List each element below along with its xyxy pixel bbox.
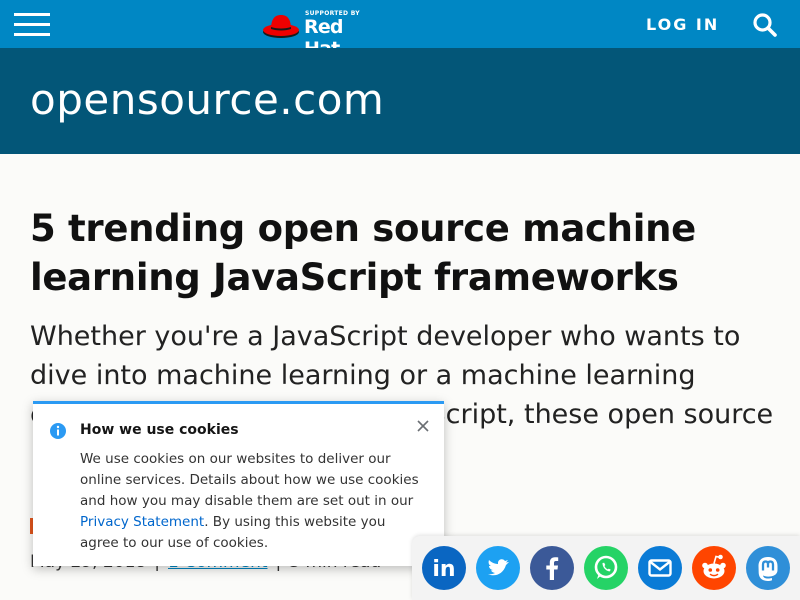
share-email-button[interactable] [638, 546, 682, 590]
search-icon[interactable] [752, 12, 778, 38]
share-mastodon-button[interactable] [746, 546, 790, 590]
site-name-logo[interactable]: opensource.com [30, 75, 384, 124]
share-whatsapp-button[interactable] [584, 546, 628, 590]
red-hat-icon [263, 15, 299, 38]
share-linkedin-button[interactable]: in [422, 546, 466, 590]
privacy-statement-link[interactable]: Privacy Statement [80, 514, 204, 530]
cookie-text-part: We use cookies on our websites to delive… [80, 451, 419, 509]
cookie-notice: How we use cookies We use cookies on our… [33, 401, 444, 566]
top-navigation-bar: SUPPORTED BY Red Hat LOG IN [0, 0, 800, 60]
whatsapp-icon [594, 555, 618, 579]
cookie-notice-text: We use cookies on our websites to delive… [80, 449, 420, 554]
reddit-icon [702, 554, 726, 579]
linkedin-icon: in [432, 557, 455, 582]
mastodon-icon [758, 557, 778, 581]
share-facebook-button[interactable] [530, 546, 574, 590]
twitter-icon [488, 559, 509, 576]
social-share-bar: in [412, 536, 800, 600]
info-icon [50, 423, 66, 439]
facebook-icon [546, 557, 559, 580]
hamburger-menu-icon[interactable] [14, 13, 50, 37]
red-hat-logo[interactable]: SUPPORTED BY Red Hat [262, 8, 382, 60]
share-twitter-button[interactable] [476, 546, 520, 590]
share-reddit-button[interactable] [692, 546, 736, 590]
email-icon [648, 559, 672, 577]
site-brand-bar: opensource.com [0, 48, 800, 154]
svg-text:in: in [432, 557, 455, 582]
close-icon[interactable] [415, 418, 431, 434]
article-title: 5 trending open source machine learning … [30, 207, 696, 299]
login-link[interactable]: LOG IN [646, 15, 719, 34]
cookie-notice-title: How we use cookies [80, 422, 239, 438]
